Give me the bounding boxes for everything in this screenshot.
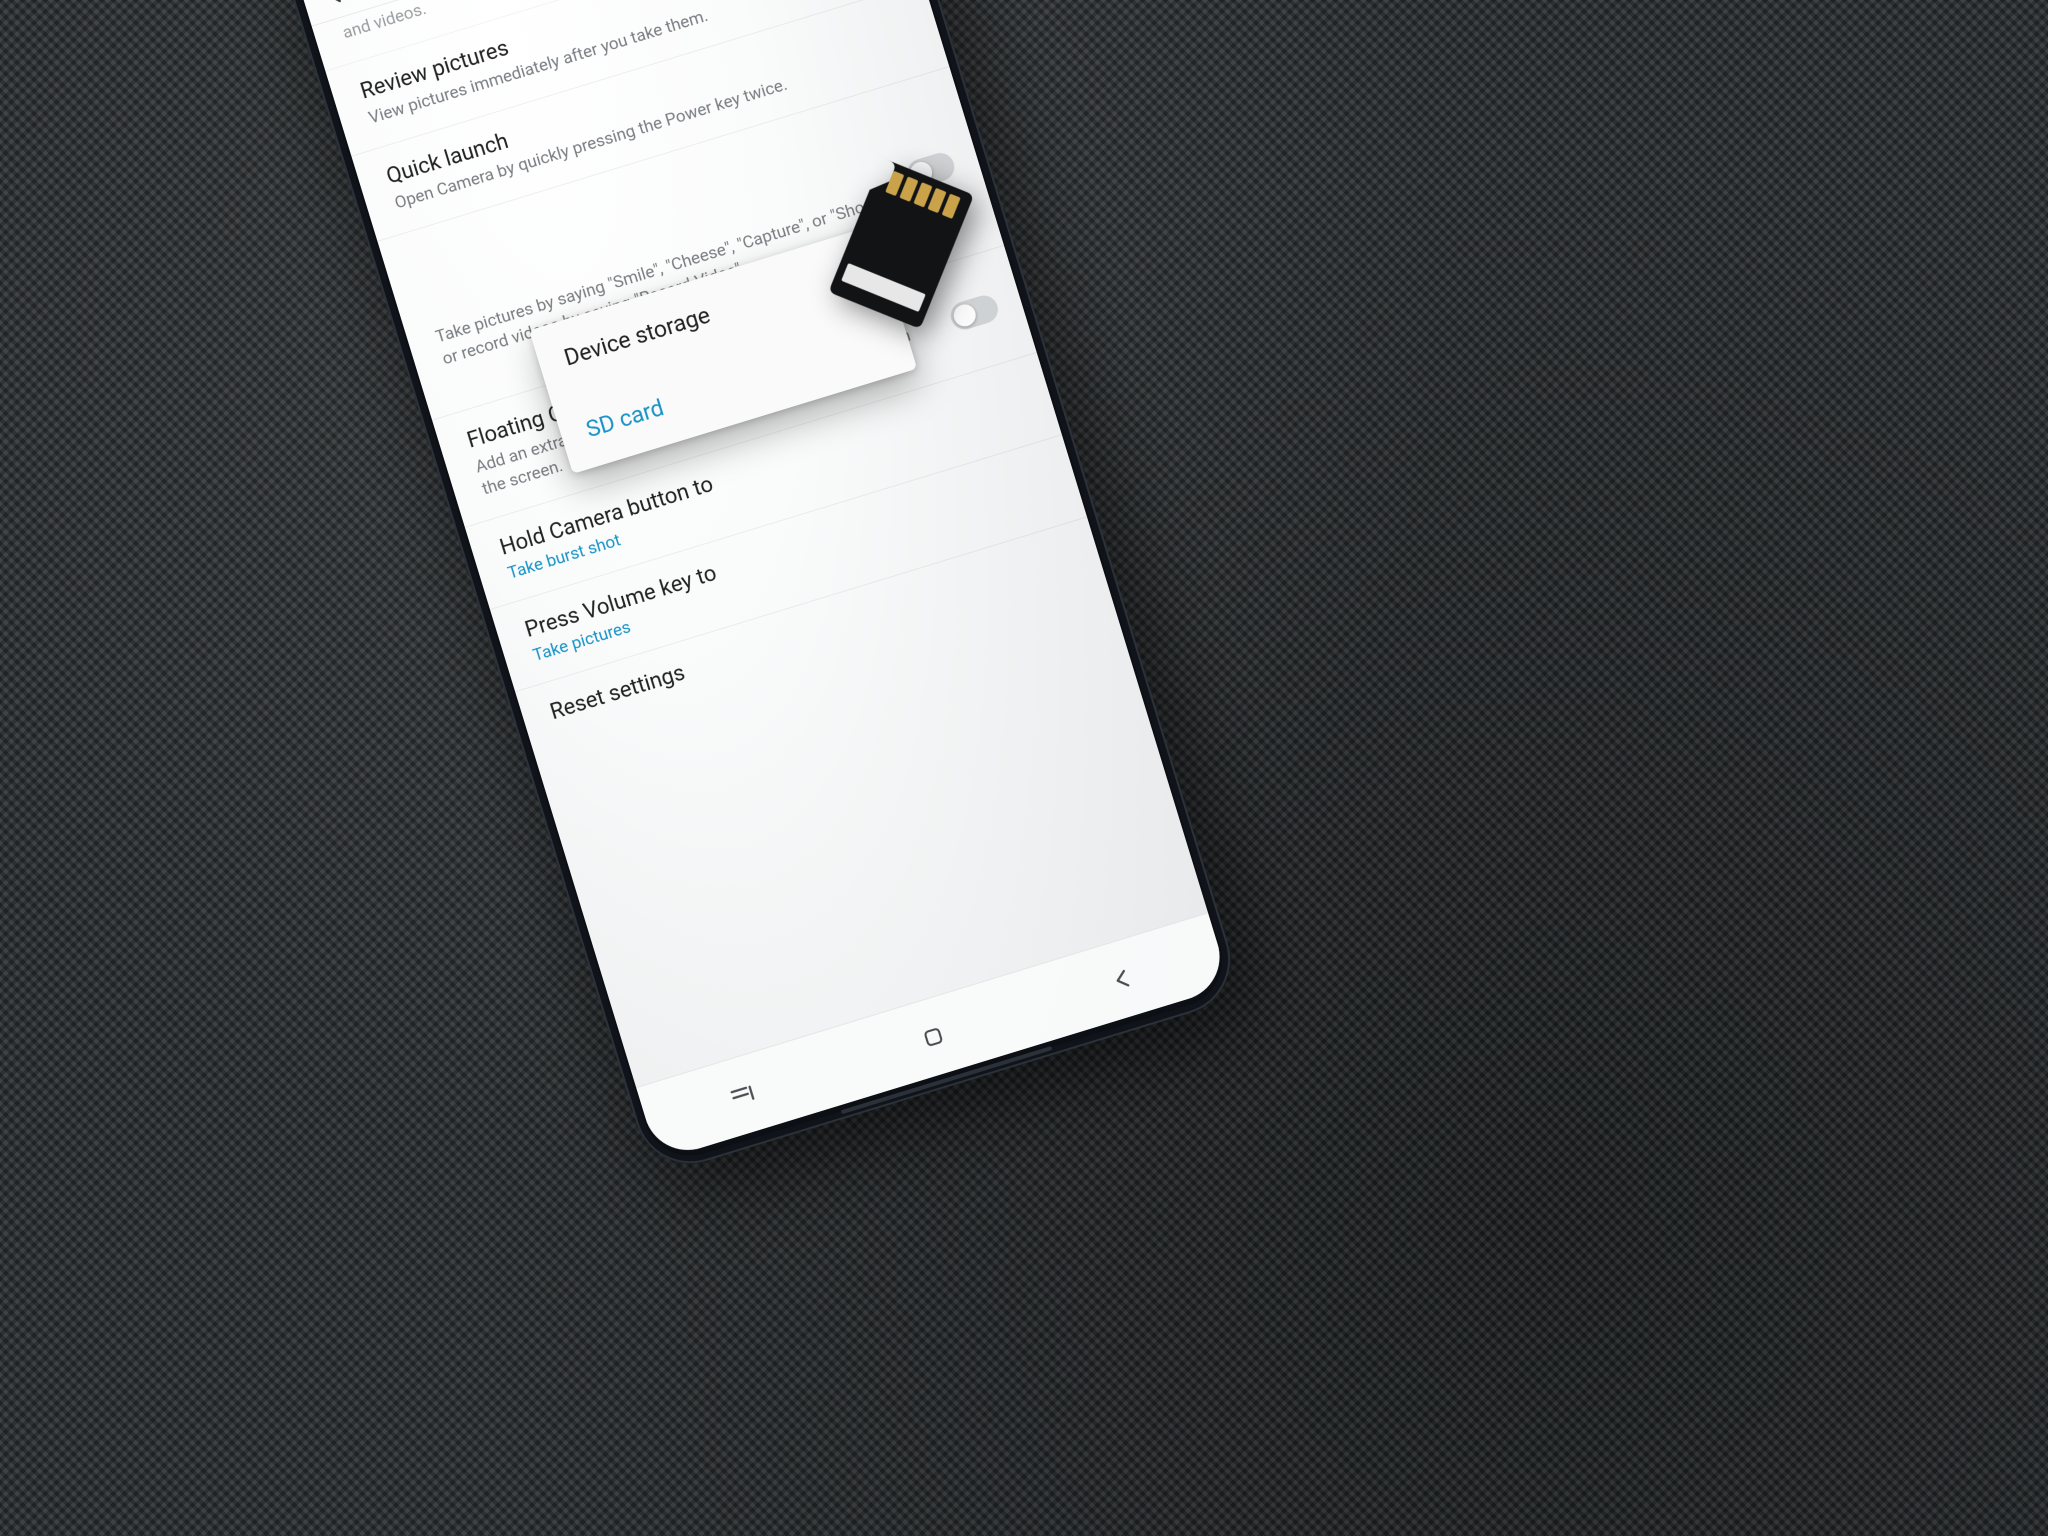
nav-recents-icon[interactable]: [724, 1077, 761, 1114]
nav-home-icon[interactable]: [916, 1020, 951, 1055]
nav-back-icon[interactable]: [1105, 960, 1142, 997]
